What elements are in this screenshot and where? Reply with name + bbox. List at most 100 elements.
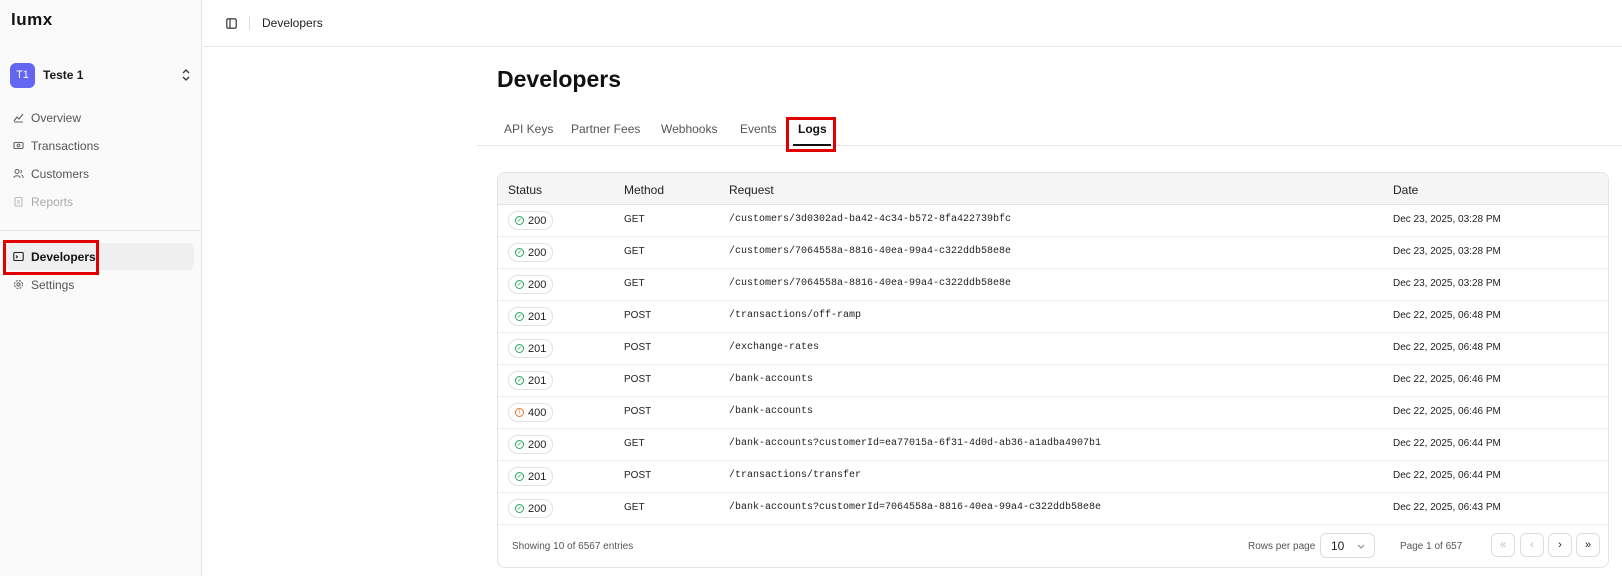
chevron-down-icon [1357, 541, 1365, 551]
method-cell: GET [624, 438, 645, 449]
tab-events[interactable]: Events [740, 122, 777, 136]
method-cell: GET [624, 278, 645, 289]
tab-partner-fees[interactable]: Partner Fees [571, 122, 640, 136]
logs-table: Status Method Request Date ✓ 200 GET/custo… [497, 172, 1609, 568]
date-cell: Dec 22, 2025, 06:43 PM [1393, 502, 1501, 513]
status-badge: ✓ 201 [508, 339, 554, 358]
table-row[interactable]: ✓ 200 GET/customers/3d0302ad-ba42-4c34-b57… [498, 205, 1608, 237]
method-cell: GET [624, 502, 645, 513]
org-switcher[interactable]: T1 Teste 1 [10, 62, 192, 88]
column-header-method: Method [624, 183, 665, 197]
breadcrumb: Developers [262, 16, 323, 30]
table-row[interactable]: ✓ 200 GET/customers/7064558a-8816-40ea-99a… [498, 237, 1608, 269]
sidebar-item-customers[interactable]: Customers [6, 160, 194, 187]
request-cell: /customers/7064558a-8816-40ea-99a4-c322d… [729, 246, 1012, 257]
sidebar-item-settings[interactable]: Settings [6, 271, 194, 298]
sidebar: lumx T1 Teste 1 Overview Transactions Cu… [0, 0, 202, 576]
method-cell: POST [624, 310, 652, 321]
column-header-status: Status [508, 183, 543, 197]
sidebar-item-transactions[interactable]: Transactions [6, 132, 194, 159]
app-logo[interactable]: lumx [11, 10, 59, 34]
rows-per-page-value: 10 [1331, 538, 1345, 553]
request-cell: /bank-accounts?customerId=ea77015a-6f31-… [729, 438, 1102, 449]
status-badge: ✓ 200 [508, 499, 554, 518]
request-cell: /bank-accounts [729, 374, 814, 385]
check-circle-icon: ✓ [515, 280, 524, 289]
customers-icon [12, 168, 24, 180]
date-cell: Dec 23, 2025, 03:28 PM [1393, 278, 1501, 289]
table-row[interactable]: ✓ 201 POST/bank-accounts Dec 22, 2025, 06:4… [498, 365, 1608, 397]
sidebar-item-label: Transactions [31, 138, 100, 153]
highlight-box-developers [3, 240, 99, 275]
sidebar-item-label: Reports [31, 194, 74, 209]
table-header: Status Method Request Date [498, 173, 1608, 205]
date-cell: Dec 22, 2025, 06:44 PM [1393, 470, 1501, 481]
date-cell: Dec 23, 2025, 03:28 PM [1393, 246, 1501, 257]
sidebar-item-label: Overview [31, 110, 82, 125]
page-title: Developers [497, 66, 622, 92]
date-cell: Dec 22, 2025, 06:46 PM [1393, 374, 1501, 385]
org-avatar: T1 [10, 62, 35, 88]
sidebar-toggle-icon[interactable] [225, 17, 237, 29]
table-row[interactable]: ✓ 201 POST/transactions/off-ramp Dec 22, 20… [498, 301, 1608, 333]
check-circle-icon: ✓ [515, 248, 524, 257]
table-row[interactable]: ✓ 201 POST/transactions/transfer Dec 22, 20… [498, 461, 1608, 493]
topbar: Developers [203, 0, 1622, 47]
request-cell: /transactions/transfer [729, 470, 862, 481]
status-badge: ✓ 201 [508, 307, 554, 326]
status-badge: ✓ 200 [508, 275, 554, 294]
breadcrumb-separator [249, 16, 250, 30]
status-code: 201 [528, 310, 547, 323]
check-circle-icon: ✓ [515, 216, 524, 225]
tab-webhooks[interactable]: Webhooks [661, 122, 717, 136]
check-circle-icon: ✓ [515, 312, 524, 321]
check-circle-icon: ✓ [515, 472, 524, 481]
status-code: 201 [528, 374, 547, 387]
reports-icon [12, 196, 24, 208]
warning-status-icon: ! [515, 408, 524, 417]
table-footer: Showing 10 of 6567 entries Rows per page… [498, 525, 1608, 567]
tab-api-keys[interactable]: API Keys [504, 122, 553, 136]
org-name: Teste 1 [43, 68, 84, 82]
status-badge: ! 400 [508, 403, 554, 422]
status-code: 200 [528, 438, 547, 451]
status-badge: ✓ 200 [508, 435, 554, 454]
sidebar-divider [0, 230, 202, 231]
sidebar-item-overview[interactable]: Overview [6, 104, 194, 131]
rows-per-page-select[interactable]: 10 [1320, 533, 1375, 558]
table-row[interactable]: ✓ 201 POST/exchange-rates Dec 22, 2025, 06:… [498, 333, 1608, 365]
rows-per-page-label: Rows per page [1248, 541, 1316, 552]
table-row[interactable]: ! 400 POST/bank-accounts Dec 22, 2025, 06:4… [498, 397, 1608, 429]
table-body: ✓ 200 GET/customers/3d0302ad-ba42-4c34-b57… [498, 205, 1608, 525]
date-cell: Dec 22, 2025, 06:44 PM [1393, 438, 1501, 449]
first-page-button[interactable]: « [1491, 533, 1515, 557]
method-cell: POST [624, 470, 652, 481]
request-cell: /transactions/off-ramp [729, 310, 862, 321]
lumx-logo-icon: lumx [11, 10, 52, 29]
method-cell: POST [624, 342, 652, 353]
chevron-updown-icon[interactable] [182, 69, 190, 81]
table-row[interactable]: ✓ 200 GET/bank-accounts?customerId=7064558… [498, 493, 1608, 525]
table-row[interactable]: ✓ 200 GET/customers/7064558a-8816-40ea-99a… [498, 269, 1608, 301]
sidebar-item-label: Settings [31, 277, 75, 292]
method-cell: POST [624, 374, 652, 385]
method-cell: GET [624, 246, 645, 257]
status-badge: ✓ 200 [508, 243, 554, 262]
date-cell: Dec 22, 2025, 06:48 PM [1393, 310, 1501, 321]
next-page-button[interactable]: › [1548, 533, 1572, 557]
entries-count: Showing 10 of 6567 entries [512, 541, 634, 552]
status-code: 200 [528, 278, 547, 291]
prev-page-button[interactable]: ‹ [1520, 533, 1544, 557]
check-circle-icon: ✓ [515, 440, 524, 449]
status-badge: ✓ 200 [508, 211, 554, 230]
request-cell: /customers/3d0302ad-ba42-4c34-b572-8fa42… [729, 214, 1012, 225]
sidebar-item-label: Customers [31, 166, 90, 181]
column-header-request: Request [729, 183, 774, 197]
request-cell: /bank-accounts?customerId=7064558a-8816-… [729, 502, 1102, 513]
table-row[interactable]: ✓ 200 GET/bank-accounts?customerId=ea77015… [498, 429, 1608, 461]
check-circle-icon: ✓ [515, 344, 524, 353]
request-cell: /bank-accounts [729, 406, 814, 417]
gear-icon [12, 279, 24, 291]
highlight-box-logs [786, 117, 836, 152]
last-page-button[interactable]: » [1576, 533, 1600, 557]
